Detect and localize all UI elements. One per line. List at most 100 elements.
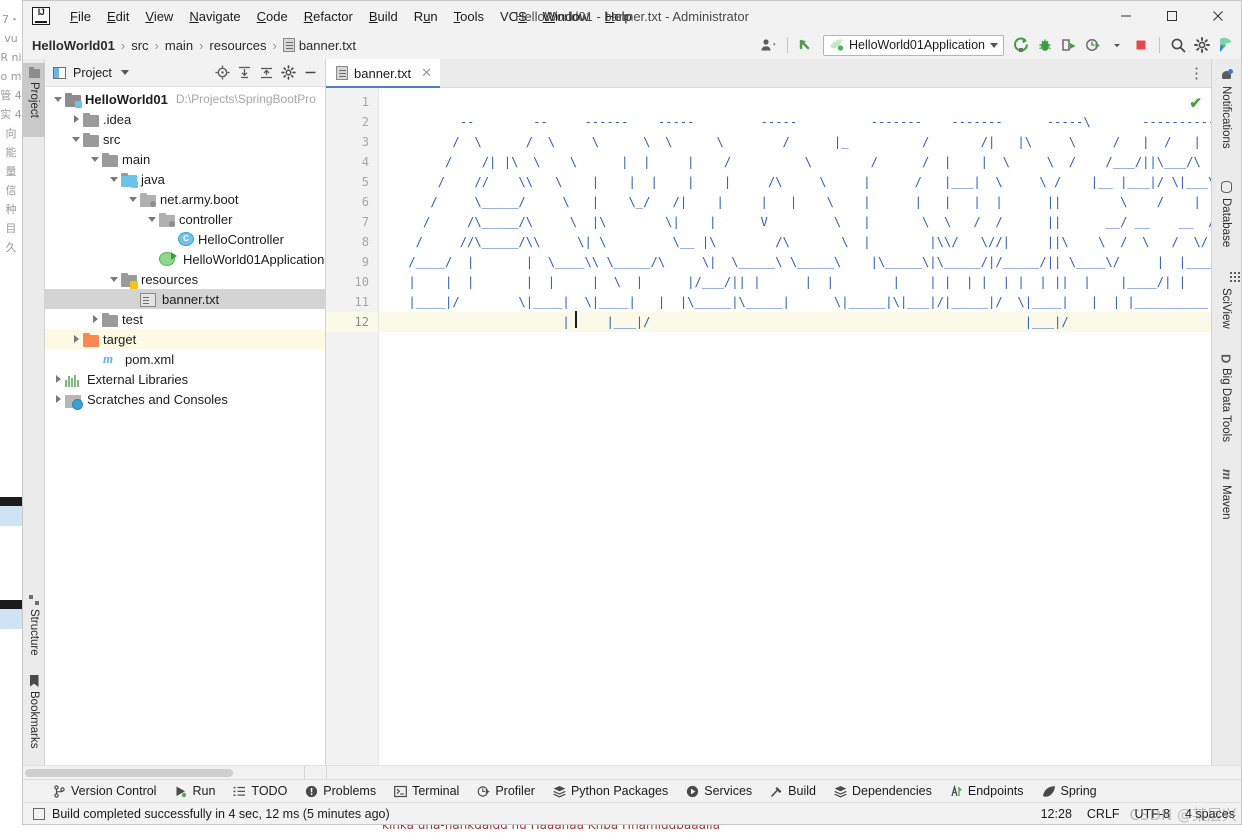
- caret-position[interactable]: 12:28: [1041, 807, 1072, 821]
- menu-window[interactable]: Window: [535, 6, 597, 27]
- sidebar-item-bookmarks[interactable]: Bookmarks: [23, 669, 45, 757]
- settings-gear-icon[interactable]: [278, 62, 299, 83]
- editor-more-actions-icon[interactable]: ⋮: [1189, 59, 1205, 87]
- profile-icon[interactable]: [1082, 34, 1104, 56]
- tool-button-python-packages[interactable]: Python Packages: [545, 782, 676, 800]
- sidebar-item-project[interactable]: Project: [23, 63, 45, 137]
- tool-button-run[interactable]: Run: [166, 782, 223, 800]
- ide-assistant-icon[interactable]: [1215, 34, 1237, 56]
- tool-button-services[interactable]: Services: [678, 782, 760, 800]
- tool-button-version-control[interactable]: Version Control: [45, 782, 164, 800]
- run-icon[interactable]: [1010, 34, 1032, 56]
- chevron-right-icon[interactable]: [69, 115, 83, 123]
- chevron-down-icon[interactable]: [51, 96, 65, 102]
- maven-pom-icon: m: [103, 351, 114, 366]
- file-encoding[interactable]: UTF-8: [1135, 807, 1170, 821]
- chevron-down-icon[interactable]: [145, 216, 159, 222]
- search-everywhere-icon[interactable]: [1167, 34, 1189, 56]
- sidebar-item-big-data-tools[interactable]: D Big Data Tools: [1211, 347, 1241, 457]
- updates-arrow-icon[interactable]: [795, 34, 817, 56]
- close-icon[interactable]: ✕: [421, 65, 432, 81]
- chevron-down-icon[interactable]: [1106, 34, 1128, 56]
- tool-button-spring[interactable]: Spring: [1034, 782, 1105, 800]
- sidebar-item-structure[interactable]: Structure: [23, 589, 45, 669]
- tree-row-target[interactable]: target: [45, 329, 325, 349]
- tab-banner-txt[interactable]: banner.txt ✕: [326, 59, 441, 88]
- chevron-down-icon[interactable]: [88, 156, 102, 162]
- menu-view[interactable]: View: [137, 6, 181, 27]
- debug-icon[interactable]: [1034, 34, 1056, 56]
- menu-navigate[interactable]: Navigate: [181, 6, 248, 27]
- tree-row-test[interactable]: test: [45, 309, 325, 329]
- sidebar-item-database[interactable]: Database: [1211, 174, 1241, 260]
- tree-row-pom-xml[interactable]: m pom.xml: [45, 349, 325, 369]
- tree-row-package-netarmyboot[interactable]: net.army.boot: [45, 189, 325, 209]
- tree-row-package-controller[interactable]: controller: [45, 209, 325, 229]
- chevron-down-icon[interactable]: [69, 136, 83, 142]
- tool-button-endpoints[interactable]: Endpoints: [942, 782, 1032, 800]
- chevron-right-icon[interactable]: [69, 335, 83, 343]
- project-tree[interactable]: HelloWorld01 D:\Projects\SpringBootPro .…: [45, 87, 325, 765]
- editor-gutter[interactable]: 1 2 3 4 5 6 7 8 9 10 11 12: [326, 88, 379, 765]
- minimize-button[interactable]: [1103, 1, 1149, 31]
- chevron-down-icon[interactable]: [120, 70, 129, 75]
- project-horizontal-scrollbar[interactable]: [25, 769, 233, 777]
- menu-refactor[interactable]: Refactor: [296, 6, 361, 27]
- collapse-all-icon[interactable]: [256, 62, 277, 83]
- maximize-button[interactable]: [1149, 1, 1195, 31]
- chevron-down-icon[interactable]: [107, 276, 121, 282]
- tree-row-external-libraries[interactable]: External Libraries: [45, 369, 325, 389]
- tree-row-src[interactable]: src: [45, 129, 325, 149]
- run-with-coverage-icon[interactable]: [1058, 34, 1080, 56]
- tree-row-helloworld01application[interactable]: HelloWorld01Application: [45, 249, 325, 269]
- tree-row-idea[interactable]: .idea: [45, 109, 325, 129]
- tool-button-terminal[interactable]: Terminal: [386, 782, 467, 800]
- tree-row-resources[interactable]: resources: [45, 269, 325, 289]
- tree-row-main[interactable]: main: [45, 149, 325, 169]
- hide-panel-icon[interactable]: [300, 62, 321, 83]
- menu-code[interactable]: Code: [249, 6, 296, 27]
- indent-setting[interactable]: 4 spaces: [1185, 807, 1235, 821]
- breadcrumb-item-resources[interactable]: resources: [206, 36, 269, 55]
- sidebar-item-maven[interactable]: m Maven: [1211, 462, 1241, 536]
- settings-gear-icon[interactable]: [1191, 34, 1213, 56]
- user-avatar-icon[interactable]: [758, 34, 780, 56]
- menu-edit[interactable]: Edit: [99, 6, 137, 27]
- run-configuration-selector[interactable]: HelloWorld01Application: [823, 34, 1004, 56]
- tree-row-java[interactable]: java: [45, 169, 325, 189]
- tool-button-profiler[interactable]: Profiler: [469, 782, 543, 800]
- sidebar-item-notifications[interactable]: Notifications: [1211, 63, 1241, 169]
- tool-button-dependencies[interactable]: Dependencies: [826, 782, 940, 800]
- tool-button-problems[interactable]: Problems: [297, 782, 384, 800]
- stop-icon[interactable]: [1130, 34, 1152, 56]
- line-separator[interactable]: CRLF: [1087, 807, 1120, 821]
- sidebar-item-sciview[interactable]: SciView: [1211, 265, 1241, 343]
- breadcrumb-item-project[interactable]: HelloWorld01: [29, 36, 118, 55]
- breadcrumb-item-src[interactable]: src: [128, 36, 151, 55]
- tree-row-banner-txt[interactable]: banner.txt: [45, 289, 325, 309]
- chevron-right-icon[interactable]: [51, 375, 65, 383]
- menu-help[interactable]: Help: [597, 6, 640, 27]
- tree-row-hellocontroller[interactable]: C HelloController: [45, 229, 325, 249]
- menu-file[interactable]: File: [62, 6, 99, 27]
- chevron-right-icon[interactable]: [88, 315, 102, 323]
- locate-icon[interactable]: [212, 62, 233, 83]
- tool-button-build[interactable]: Build: [762, 782, 824, 800]
- breadcrumb-item-file[interactable]: banner.txt: [280, 36, 359, 55]
- inspection-status-icon[interactable]: ✔: [1189, 94, 1202, 112]
- menu-run[interactable]: Run: [406, 6, 446, 27]
- tree-label: Scratches and Consoles: [87, 391, 228, 407]
- tree-row-scratches-and-consoles[interactable]: Scratches and Consoles: [45, 389, 325, 410]
- chevron-down-icon[interactable]: [126, 196, 140, 202]
- close-button[interactable]: [1195, 1, 1241, 31]
- menu-vcs[interactable]: VCS: [492, 6, 535, 27]
- chevron-right-icon[interactable]: [51, 395, 65, 403]
- expand-all-icon[interactable]: [234, 62, 255, 83]
- breadcrumb-item-main[interactable]: main: [162, 36, 196, 55]
- tree-row-helloworld01[interactable]: HelloWorld01 D:\Projects\SpringBootPro: [45, 89, 325, 109]
- code-editor[interactable]: -- -- ------ ----- ----- ------- -------…: [379, 88, 1211, 765]
- menu-tools[interactable]: Tools: [446, 6, 492, 27]
- menu-build[interactable]: Build: [361, 6, 406, 27]
- tool-button-todo[interactable]: TODO: [225, 782, 295, 800]
- chevron-down-icon[interactable]: [107, 176, 121, 182]
